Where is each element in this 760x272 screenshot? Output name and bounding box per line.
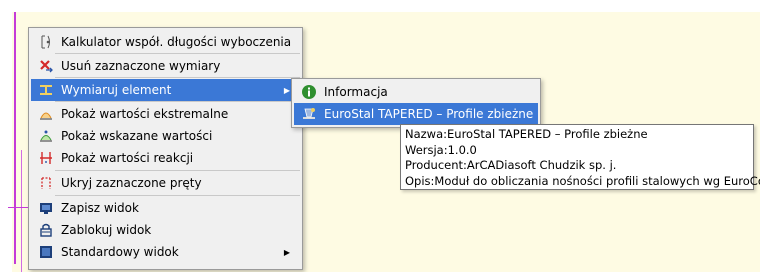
submenu-item-eurostal-tapered[interactable]: EuroStal TAPERED – Profile zbieżne [294,103,538,125]
menu-separator [55,77,300,78]
lock-view-icon [38,222,54,238]
menu-item-standard-view[interactable]: Standardowy widok ▶ [31,241,300,263]
tooltip-name-line: Nazwa:EuroStal TAPERED – Profile zbieżne [405,127,648,141]
extreme-values-icon [38,106,54,122]
submenu-item-label: EuroStal TAPERED – Profile zbieżne [324,107,534,121]
submenu-arrow-icon: ▶ [283,247,290,257]
guide-line-vertical-secondary [21,150,22,272]
submenu-dimension-element: Informacja EuroStal TAPERED – Profile zb… [291,78,541,128]
menu-item-label: Pokaż wskazane wartości [61,129,213,143]
menu-item-lock-view[interactable]: Zablokuj widok [31,219,300,241]
menu-item-delete-dimensions[interactable]: Usuń zaznaczone wymiary [31,55,300,77]
menu-item-show-extreme-values[interactable]: Pokaż wartości ekstremalne [31,103,300,125]
menu-item-label: Pokaż wartości reakcji [61,151,194,165]
menu-item-label: Pokaż wartości ekstremalne [61,107,229,121]
menu-separator [55,170,300,171]
menu-item-show-reaction-values[interactable]: Pokaż wartości reakcji [31,147,300,169]
standard-view-icon [38,244,54,260]
menu-item-save-view[interactable]: Zapisz widok [31,197,300,219]
tooltip-version-line: Wersja:1.0.0 [405,142,477,157]
selected-values-icon [38,128,54,144]
module-info-tooltip: Nazwa:EuroStal TAPERED – Profile zbieżne… [400,124,760,190]
hide-bars-icon [38,175,54,191]
menu-item-label: Ukryj zaznaczone pręty [61,176,202,190]
menu-item-label: Wymiaruj element [61,83,172,97]
menu-item-label: Standardowy widok [61,245,179,259]
menu-item-dimension-element[interactable]: Wymiaruj element ▶ [31,79,300,101]
guide-line-vertical [14,12,16,264]
info-icon [301,84,317,100]
buckling-length-icon [38,34,54,50]
tooltip-description-line: Opis:Moduł do obliczania nośności profil… [405,173,760,188]
submenu-arrow-icon: ▶ [283,85,290,95]
submenu-item-information[interactable]: Informacja [294,81,538,103]
context-menu: Kalkulator współ. długości wyboczenia Us… [28,27,303,270]
menu-item-label: Zapisz widok [61,201,139,215]
eurostal-icon [301,106,317,122]
menu-separator [55,53,300,54]
menu-item-label: Usuń zaznaczone wymiary [61,59,221,73]
menu-item-label: Zablokuj widok [61,223,152,237]
tooltip-producer-line: Producent:ArCADiasoft Chudzik sp. j. [405,158,617,172]
dimension-element-icon [38,82,54,98]
menu-item-buckling-calculator[interactable]: Kalkulator współ. długości wyboczenia [31,31,300,53]
menu-item-label: Kalkulator współ. długości wyboczenia [61,35,292,49]
menu-item-show-selected-values[interactable]: Pokaż wskazane wartości [31,125,300,147]
save-view-icon [38,200,54,216]
delete-dimension-icon [38,58,54,74]
menu-separator [55,101,300,102]
reaction-values-icon [38,150,54,166]
menu-separator [55,195,300,196]
menu-item-hide-selected-bars[interactable]: Ukryj zaznaczone pręty [31,172,300,194]
submenu-item-label: Informacja [324,85,388,99]
